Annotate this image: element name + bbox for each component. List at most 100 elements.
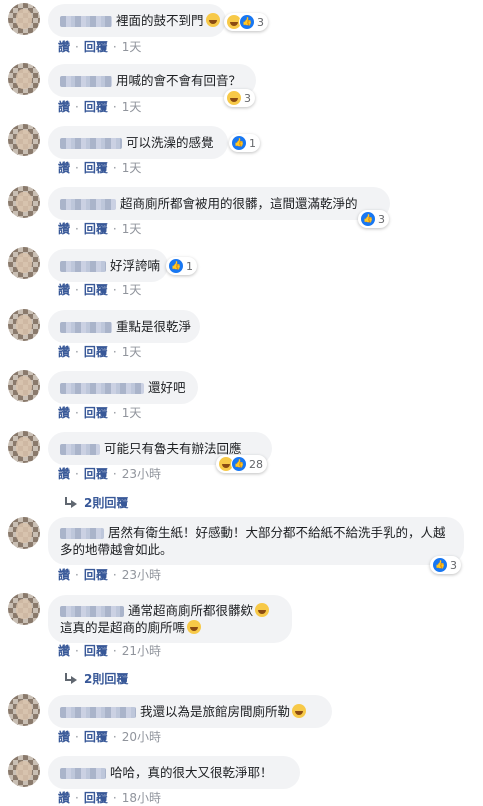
- comment-text: 可以洗澡的感覺: [126, 135, 214, 150]
- like-button[interactable]: 讚: [58, 404, 70, 421]
- comment-timestamp[interactable]: 21小時: [122, 642, 161, 659]
- comment-timestamp[interactable]: 1天: [122, 159, 142, 176]
- comment-bubble: 超商廁所都會被用的很髒，這間還滿乾淨的: [48, 187, 390, 220]
- comment-timestamp[interactable]: 1天: [122, 343, 142, 360]
- like-reaction-icon: [231, 135, 247, 151]
- like-button[interactable]: 讚: [58, 566, 70, 583]
- reply-button[interactable]: 回覆: [84, 789, 108, 806]
- like-button[interactable]: 讚: [58, 159, 70, 176]
- like-button[interactable]: 讚: [58, 38, 70, 55]
- separator-dot: ·: [75, 221, 79, 236]
- comment-timestamp[interactable]: 1天: [122, 220, 142, 237]
- reply-button[interactable]: 回覆: [84, 566, 108, 583]
- like-button[interactable]: 讚: [58, 728, 70, 745]
- reply-button[interactable]: 回覆: [84, 728, 108, 745]
- avatar[interactable]: [8, 431, 40, 463]
- reaction-summary[interactable]: 3: [224, 13, 268, 31]
- reaction-summary[interactable]: 28: [216, 455, 267, 473]
- avatar[interactable]: [8, 517, 40, 549]
- comment-text: 裡面的鼓不到門: [116, 13, 204, 28]
- comment-timestamp[interactable]: 20小時: [122, 728, 161, 745]
- reaction-count: 3: [244, 91, 251, 105]
- avatar[interactable]: [8, 186, 40, 218]
- view-replies-link[interactable]: 2則回覆: [64, 494, 128, 511]
- like-button[interactable]: 讚: [58, 220, 70, 237]
- comment-timestamp[interactable]: 1天: [122, 38, 142, 55]
- avatar[interactable]: [8, 755, 40, 787]
- comment-actions: 讚 · 回覆 · 1天: [58, 38, 141, 55]
- commenter-name-blurred[interactable]: [60, 322, 112, 333]
- commenter-name-blurred[interactable]: [60, 383, 144, 394]
- avatar[interactable]: [8, 63, 40, 95]
- commenter-name-blurred[interactable]: [60, 528, 104, 539]
- commenter-name-blurred[interactable]: [60, 606, 124, 617]
- commenter-name-blurred[interactable]: [60, 16, 112, 27]
- reply-button[interactable]: 回覆: [84, 38, 108, 55]
- reply-button[interactable]: 回覆: [84, 465, 108, 482]
- replies-count-label: 2則回覆: [84, 496, 129, 510]
- comment-timestamp[interactable]: 1天: [122, 404, 142, 421]
- avatar[interactable]: [8, 370, 40, 402]
- separator-dot: ·: [112, 729, 117, 744]
- commenter-name-blurred[interactable]: [60, 199, 116, 210]
- avatar[interactable]: [8, 247, 40, 279]
- reply-button[interactable]: 回覆: [84, 159, 108, 176]
- reaction-summary[interactable]: 1: [229, 134, 260, 152]
- comment-timestamp[interactable]: 23小時: [122, 465, 161, 482]
- reply-button[interactable]: 回覆: [84, 642, 108, 659]
- like-button[interactable]: 讚: [58, 98, 70, 115]
- comment-bubble: 還好吧: [48, 371, 198, 404]
- commenter-name-blurred[interactable]: [60, 138, 122, 149]
- like-button[interactable]: 讚: [58, 465, 70, 482]
- commenter-name-blurred[interactable]: [60, 768, 106, 779]
- separator-dot: ·: [112, 39, 117, 54]
- separator-dot: ·: [112, 790, 117, 805]
- comment-actions: 讚 · 回覆 · 1天: [58, 343, 141, 360]
- avatar[interactable]: [8, 593, 40, 625]
- reply-button[interactable]: 回覆: [84, 220, 108, 237]
- avatar[interactable]: [8, 3, 40, 35]
- separator-dot: ·: [112, 466, 117, 481]
- reply-arrow-icon: [64, 672, 78, 685]
- avatar[interactable]: [8, 309, 40, 341]
- reaction-summary[interactable]: 1: [166, 257, 197, 275]
- grinning-emoji: [255, 603, 270, 617]
- view-replies-link[interactable]: 2則回覆: [64, 670, 128, 687]
- reply-button[interactable]: 回覆: [84, 404, 108, 421]
- separator-dot: ·: [75, 405, 79, 420]
- comment-text: 還好吧: [148, 380, 186, 395]
- separator-dot: ·: [112, 405, 117, 420]
- commenter-name-blurred[interactable]: [60, 444, 100, 455]
- separator-dot: ·: [75, 567, 79, 582]
- commenter-name-blurred[interactable]: [60, 76, 112, 87]
- reply-button[interactable]: 回覆: [84, 98, 108, 115]
- like-button[interactable]: 讚: [58, 343, 70, 360]
- commenter-name-blurred[interactable]: [60, 707, 136, 718]
- like-button[interactable]: 讚: [58, 281, 70, 298]
- reply-button[interactable]: 回覆: [84, 281, 108, 298]
- reaction-summary[interactable]: 3: [358, 210, 389, 228]
- comment-timestamp[interactable]: 1天: [122, 98, 142, 115]
- comment-actions: 讚 · 回覆 · 18小時: [58, 789, 161, 806]
- comment-bubble: 哈哈，真的很大又很乾淨耶！: [48, 756, 300, 789]
- comment-timestamp[interactable]: 18小時: [122, 789, 161, 806]
- comment-timestamp[interactable]: 23小時: [122, 566, 161, 583]
- comment-actions: 讚 · 回覆 · 1天: [58, 98, 141, 115]
- comment-actions: 讚 · 回覆 · 23小時: [58, 465, 161, 482]
- like-button[interactable]: 讚: [58, 789, 70, 806]
- avatar[interactable]: [8, 124, 40, 156]
- reply-button[interactable]: 回覆: [84, 343, 108, 360]
- separator-dot: ·: [75, 466, 79, 481]
- comment-bubble: 通常超商廁所都很髒欸 這真的是超商的廁所嗎: [48, 595, 292, 643]
- reaction-summary[interactable]: 3: [430, 556, 461, 574]
- reaction-summary[interactable]: 3: [224, 89, 255, 107]
- separator-dot: ·: [75, 790, 79, 805]
- separator-dot: ·: [75, 344, 79, 359]
- separator-dot: ·: [75, 39, 79, 54]
- comment-timestamp[interactable]: 1天: [122, 281, 142, 298]
- comment-text: 重點是很乾淨: [116, 319, 192, 334]
- like-button[interactable]: 讚: [58, 642, 70, 659]
- avatar[interactable]: [8, 694, 40, 726]
- separator-dot: ·: [75, 282, 79, 297]
- commenter-name-blurred[interactable]: [60, 261, 106, 272]
